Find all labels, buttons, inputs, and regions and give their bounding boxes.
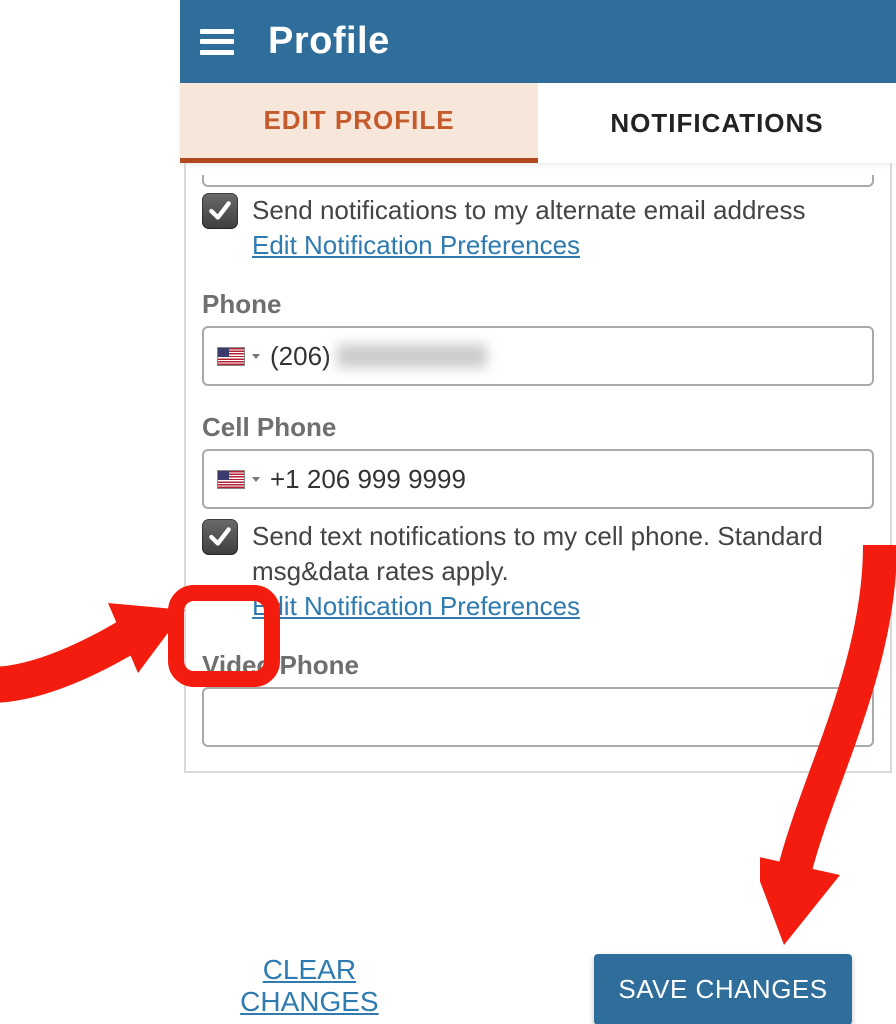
alt-email-notify-row: Send notifications to my alternate email… <box>202 193 874 263</box>
cell-input-wrap[interactable] <box>202 449 874 509</box>
country-caret-icon[interactable] <box>252 477 260 482</box>
prev-field-bottom-edge <box>202 175 874 187</box>
cell-label: Cell Phone <box>202 412 874 443</box>
page-title: Profile <box>268 20 390 63</box>
edit-pref-link-cell[interactable]: Edit Notification Preferences <box>252 589 580 624</box>
sms-notify-checkbox[interactable] <box>202 519 238 555</box>
clear-changes-link[interactable]: CLEAR CHANGES <box>224 954 394 1018</box>
country-caret-icon[interactable] <box>252 354 260 359</box>
phone-value: (206) <box>270 341 487 372</box>
video-input-wrap[interactable] <box>202 687 874 747</box>
edit-pref-link-email[interactable]: Edit Notification Preferences <box>252 228 580 263</box>
alt-email-notify-label: Send notifications to my alternate email… <box>252 195 806 225</box>
phone-prefix: (206) <box>270 341 331 372</box>
menu-icon[interactable] <box>200 29 234 55</box>
save-changes-button[interactable]: SAVE CHANGES <box>594 954 851 1024</box>
app-header: Profile <box>180 0 896 83</box>
video-label: Video Phone <box>202 650 874 681</box>
us-flag-icon <box>218 348 244 365</box>
phone-input-wrap[interactable]: (206) <box>202 326 874 386</box>
cell-phone-field[interactable] <box>270 464 858 495</box>
us-flag-icon <box>218 471 244 488</box>
sms-notify-label: Send text notifications to my cell phone… <box>252 521 823 586</box>
tab-edit-profile[interactable]: EDIT PROFILE <box>180 83 538 163</box>
alt-email-notify-text: Send notifications to my alternate email… <box>252 193 806 263</box>
phone-label: Phone <box>202 289 874 320</box>
alt-email-notify-checkbox[interactable] <box>202 193 238 229</box>
annotation-arrow-left <box>0 555 185 715</box>
phone-redacted <box>337 344 487 368</box>
form-actions: CLEAR CHANGES SAVE CHANGES <box>180 934 896 1024</box>
tab-notifications[interactable]: NOTIFICATIONS <box>538 83 896 163</box>
video-phone-field[interactable] <box>218 702 858 733</box>
sms-notify-row: Send text notifications to my cell phone… <box>202 519 874 624</box>
sms-notify-text: Send text notifications to my cell phone… <box>252 519 874 624</box>
profile-form-panel: Send notifications to my alternate email… <box>184 163 892 773</box>
tab-bar: EDIT PROFILE NOTIFICATIONS <box>180 83 896 163</box>
